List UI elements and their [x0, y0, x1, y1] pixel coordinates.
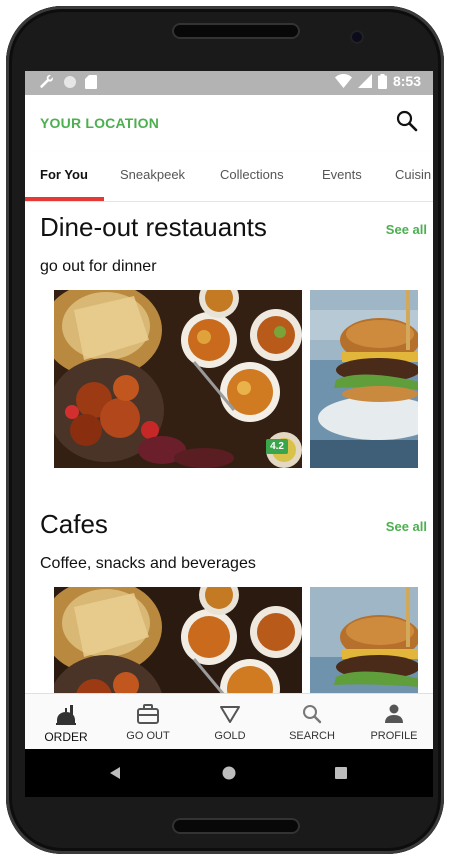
- rating-badge: 4.2: [266, 439, 288, 454]
- burger-image: [310, 290, 418, 468]
- order-icon: [56, 705, 76, 725]
- food-platter-image: [54, 290, 302, 468]
- cafe-card[interactable]: [310, 587, 418, 693]
- search-icon: [303, 705, 322, 724]
- section-title: Dine-out restauants: [40, 212, 267, 242]
- location-selector[interactable]: YOUR LOCATION: [40, 115, 159, 131]
- nav-label: ORDER: [44, 730, 88, 744]
- tab-cuisine[interactable]: Cuisin: [395, 167, 431, 182]
- nav-profile[interactable]: PROFILE: [353, 694, 433, 749]
- recents-icon[interactable]: [331, 763, 351, 783]
- nav-search[interactable]: SEARCH: [271, 694, 353, 749]
- active-tab-indicator: [25, 197, 104, 201]
- sd-card-icon: [85, 75, 97, 89]
- section-cafes: Cafes See all Coffee, snacks and beverag…: [25, 499, 433, 693]
- tab-for-you[interactable]: For You: [40, 167, 88, 182]
- nav-label: GOLD: [214, 730, 246, 742]
- section-subtitle: go out for dinner: [40, 258, 157, 275]
- wrench-icon: [40, 75, 53, 88]
- nav-go-out[interactable]: GO OUT: [107, 694, 189, 749]
- nav-gold[interactable]: GOLD: [189, 694, 271, 749]
- gold-triangle-icon: [220, 706, 240, 723]
- feed[interactable]: Dine-out restauants See all go out for d…: [25, 202, 433, 693]
- wifi-icon: [334, 74, 352, 88]
- restaurant-card[interactable]: 4.2: [54, 290, 302, 468]
- home-icon[interactable]: [219, 763, 239, 783]
- section-subtitle: Coffee, snacks and beverages: [40, 555, 256, 572]
- food-platter-image: [54, 587, 302, 693]
- burger-image: [310, 587, 418, 693]
- screen: 8:53 YOUR LOCATION For You Sneakpeek Col…: [25, 71, 433, 749]
- restaurant-card[interactable]: [310, 290, 418, 468]
- battery-icon: [377, 73, 387, 89]
- tab-collections[interactable]: Collections: [220, 167, 284, 182]
- section-title: Cafes: [40, 509, 108, 539]
- signal-icon: [357, 74, 372, 88]
- tab-sneakpeek[interactable]: Sneakpeek: [120, 167, 185, 182]
- see-all-link[interactable]: See all: [386, 519, 427, 534]
- see-all-link[interactable]: See all: [386, 222, 427, 237]
- bottom-speaker: [172, 818, 300, 834]
- nav-label: GO OUT: [126, 730, 170, 742]
- category-tabs: For You Sneakpeek Collections Events Cui…: [25, 151, 433, 202]
- person-icon: [385, 704, 403, 723]
- circle-notification-icon: [64, 76, 76, 88]
- top-speaker: [172, 23, 300, 39]
- search-icon[interactable]: [395, 109, 419, 133]
- system-navigation-bar: [25, 749, 433, 797]
- section-dine-out: Dine-out restauants See all go out for d…: [25, 202, 433, 499]
- nav-order[interactable]: ORDER: [25, 694, 107, 749]
- nav-label: PROFILE: [370, 730, 418, 742]
- tab-events[interactable]: Events: [322, 167, 362, 182]
- app-bar: YOUR LOCATION: [25, 95, 433, 151]
- briefcase-icon: [137, 704, 159, 724]
- front-camera: [350, 30, 364, 44]
- status-time: 8:53: [392, 73, 421, 89]
- back-icon[interactable]: [105, 763, 125, 783]
- nav-label: SEARCH: [289, 730, 335, 742]
- bottom-navigation: ORDER GO OUT GOLD SEARCH PROFILE: [25, 693, 433, 749]
- status-bar: 8:53: [25, 71, 433, 95]
- cafe-card[interactable]: [54, 587, 302, 693]
